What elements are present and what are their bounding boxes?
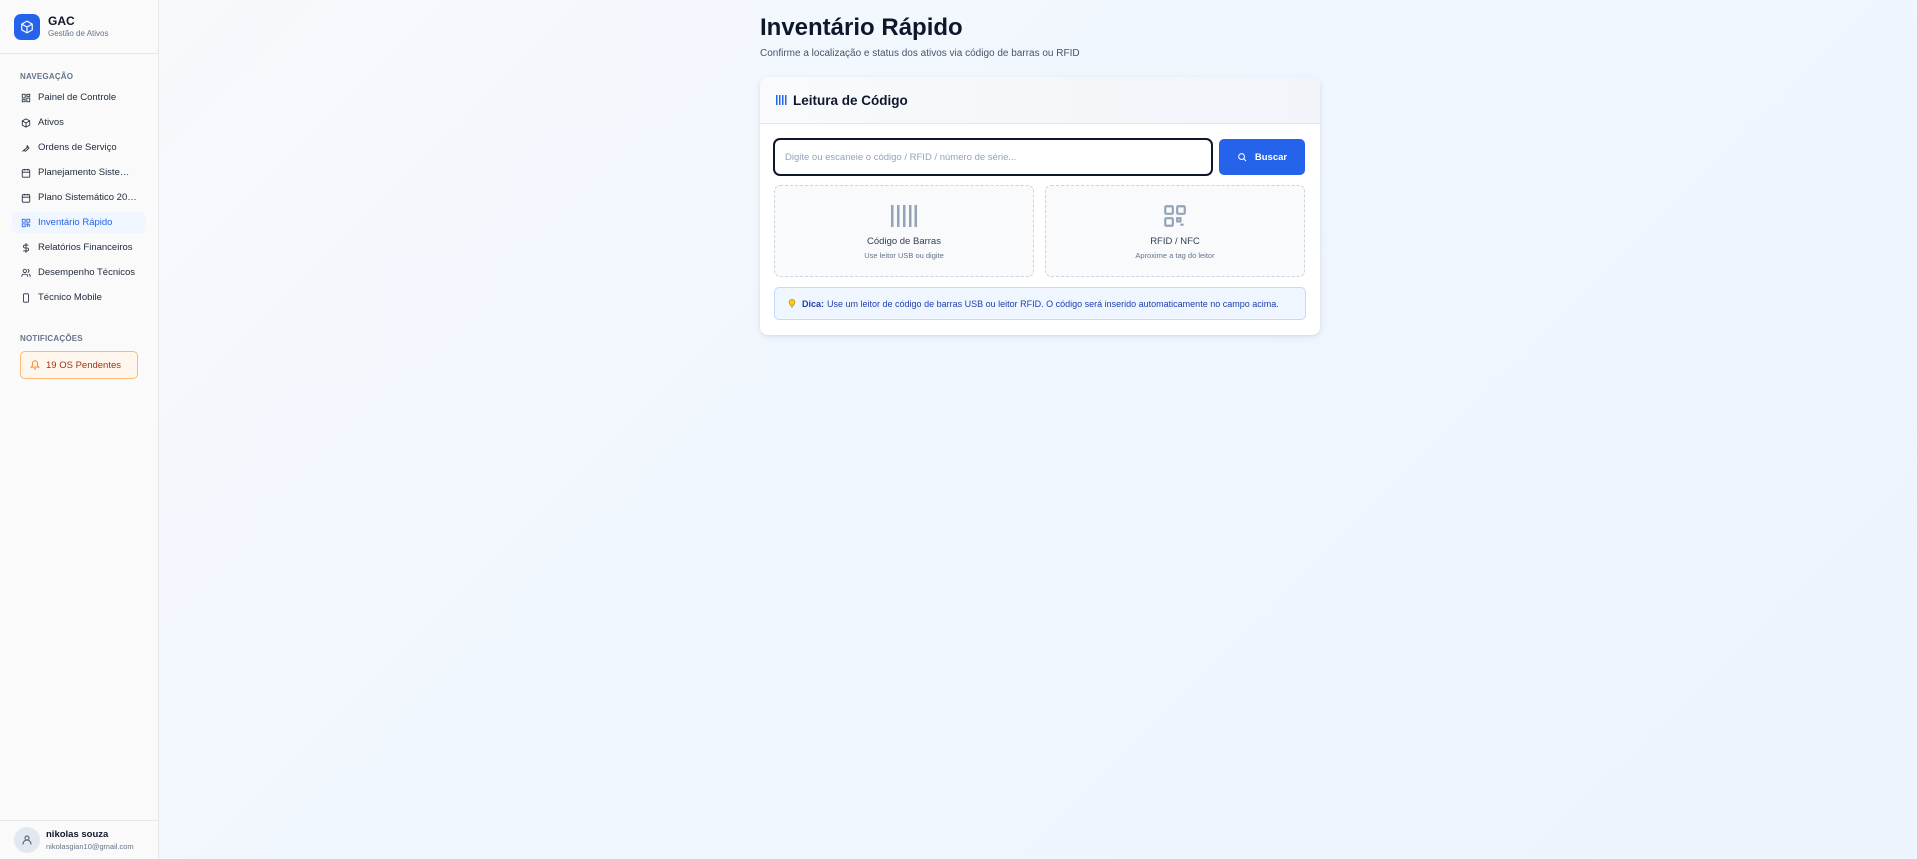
barcode-option-label: Código de Barras — [867, 236, 941, 247]
qr-icon — [21, 218, 31, 228]
sidebar-item-label: Painel de Controle — [38, 92, 117, 103]
barcode-icon — [776, 95, 788, 105]
page-subtitle: Confirme a localização e status dos ativ… — [760, 48, 1080, 59]
sidebar-item-label: Relatórios Financeiros — [38, 242, 133, 253]
qr-code-icon — [1162, 204, 1188, 228]
wrench-icon — [21, 143, 31, 153]
dollar-icon — [21, 242, 31, 253]
search-row: Buscar — [773, 138, 1307, 176]
calendar-icon — [21, 168, 31, 178]
sidebar-item-ordens-de-servico[interactable]: Ordens de Serviço — [12, 137, 146, 158]
lightbulb-icon — [787, 298, 797, 309]
scan-card-header: Leitura de Código — [760, 77, 1320, 124]
code-search-input[interactable] — [773, 138, 1213, 176]
pending-orders-badge[interactable]: 19 OS Pendentes — [20, 351, 138, 379]
tip-text: Use um leitor de código de barras USB ou… — [827, 298, 1279, 309]
users-icon — [21, 268, 31, 278]
box-icon — [21, 117, 31, 128]
sidebar-item-label: Ativos — [38, 117, 64, 128]
nav-section-label: NAVEGAÇÃO — [20, 72, 74, 81]
search-button-label: Buscar — [1254, 151, 1288, 163]
sidebar: GAC Gestão de Ativos NAVEGAÇÃO Painel de… — [0, 0, 159, 859]
sidebar-item-desempenho-tecnicos[interactable]: Desempenho Técnicos — [12, 262, 146, 283]
brand-name: GAC — [48, 14, 75, 28]
page-title: Inventário Rápido — [760, 14, 963, 41]
tip-label: Dica: — [802, 298, 825, 309]
user-name: nikolas souza — [46, 828, 109, 840]
sidebar-item-label: Plano Sistemático 2026 — [38, 192, 137, 203]
barcode-option-hint: Use leitor USB ou digite — [864, 251, 944, 260]
sidebar-item-tecnico-mobile[interactable]: Técnico Mobile — [12, 287, 146, 308]
scan-card-title: Leitura de Código — [793, 92, 908, 108]
user-email: nikolasgian10@gmail.com — [46, 841, 134, 851]
scan-card: Leitura de Código Buscar Código de Barra… — [760, 77, 1320, 335]
cube-icon — [14, 13, 40, 40]
sidebar-item-inventario-rapido[interactable]: Inventário Rápido — [12, 212, 146, 233]
sidebar-item-label: Desempenho Técnicos — [38, 267, 135, 278]
pending-orders-label: 19 OS Pendentes — [46, 359, 121, 371]
barcode-icon — [891, 204, 917, 228]
sidebar-nav: Painel de Controle Ativos Ordens de Serv… — [0, 87, 158, 308]
dashboard-icon — [21, 93, 31, 103]
sidebar-item-ativos[interactable]: Ativos — [12, 112, 146, 133]
sidebar-item-label: Planejamento Sistemá... — [38, 167, 137, 178]
rfid-option-label: RFID / NFC — [1150, 236, 1200, 247]
bell-icon — [30, 360, 40, 370]
tip-banner: Dica: Use um leitor de código de barras … — [774, 287, 1306, 320]
barcode-option[interactable]: Código de Barras Use leitor USB ou digit… — [774, 185, 1034, 277]
search-icon — [1237, 152, 1247, 162]
user-avatar-icon — [14, 827, 40, 853]
notifications-section-label: NOTIFICAÇÕES — [20, 334, 83, 343]
sidebar-item-label: Ordens de Serviço — [38, 142, 117, 153]
sidebar-item-relatorios-financeiros[interactable]: Relatórios Financeiros — [12, 237, 146, 258]
sidebar-item-planejamento-sistematico[interactable]: Planejamento Sistemá... — [12, 162, 146, 183]
rfid-option[interactable]: RFID / NFC Aproxime a tag do leitor — [1045, 185, 1305, 277]
sidebar-item-plano-sistematico-2026[interactable]: Plano Sistemático 2026 — [12, 187, 146, 208]
user-profile[interactable]: nikolas souza nikolasgian10@gmail.com — [0, 820, 159, 859]
sidebar-item-painel-de-controle[interactable]: Painel de Controle — [12, 87, 146, 108]
brand[interactable]: GAC Gestão de Ativos — [0, 0, 158, 54]
brand-subtitle: Gestão de Ativos — [48, 29, 109, 38]
rfid-option-hint: Aproxime a tag do leitor — [1135, 251, 1215, 260]
sidebar-item-label: Inventário Rápido — [38, 217, 113, 228]
search-button[interactable]: Buscar — [1219, 139, 1305, 175]
smartphone-icon — [21, 292, 31, 303]
calendar-icon — [21, 193, 31, 203]
sidebar-item-label: Técnico Mobile — [38, 292, 102, 303]
